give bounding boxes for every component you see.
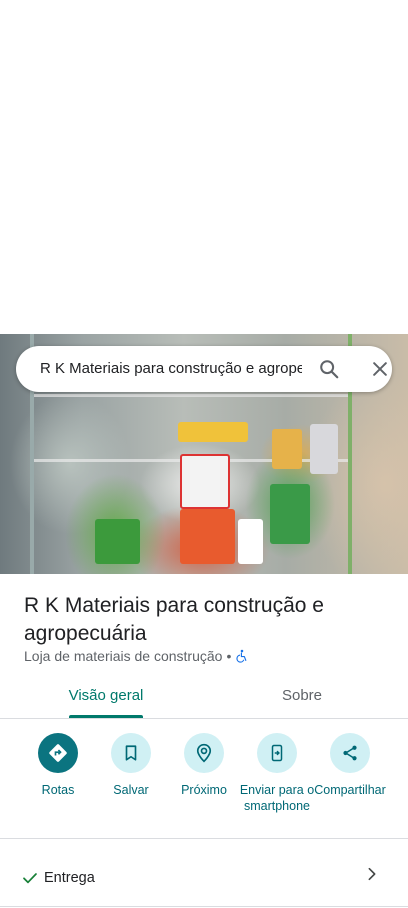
action-buttons: Rotas Salvar Próximo Enviar para o smart… [0,733,408,833]
nearby-button[interactable]: Próximo [164,733,244,798]
map-blank-area [0,0,408,334]
product-package [178,422,248,442]
divider [0,838,408,839]
share-label: Compartilhar [314,783,386,797]
close-icon[interactable] [370,359,390,379]
send-to-phone-button-circle[interactable] [257,733,297,773]
save-button[interactable]: Salvar [91,733,171,798]
nearby-button-circle[interactable] [184,733,224,773]
share-button[interactable]: Compartilhar [310,733,390,798]
tab-bar: Visão geral Sobre [0,676,408,719]
separator-dot: • [226,648,232,664]
save-button-circle[interactable] [111,733,151,773]
shelf [30,394,350,397]
delivery-label: Entrega [44,870,95,886]
place-category: Loja de materiais de construção [24,648,223,664]
product-package [272,429,302,469]
share-button-circle[interactable] [330,733,370,773]
bookmark-icon [125,745,137,761]
wheelchair-accessible-icon [236,649,247,663]
send-to-phone-label: Enviar para o smartphone [239,783,315,813]
tab-overview[interactable]: Visão geral [40,686,172,706]
product-package [310,424,338,474]
directions-icon [49,744,67,762]
product-package [238,519,263,564]
send-to-phone-button[interactable]: Enviar para o smartphone [237,733,317,814]
share-icon [343,745,357,761]
save-label: Salvar [113,783,149,797]
place-title: R K Materiais para construção e agropecu… [24,594,324,645]
place-subtitle: Loja de materiais de construção • [24,647,249,665]
product-package [180,509,235,564]
directions-label: Rotas [41,783,75,797]
search-icon[interactable] [318,358,340,380]
check-icon [23,873,37,884]
product-package [270,484,310,544]
nearby-icon [196,743,212,763]
product-package [180,454,230,509]
nearby-label: Próximo [181,783,227,797]
send-to-phone-icon [271,744,283,762]
divider [0,906,408,907]
directions-button[interactable]: Rotas [18,733,98,798]
active-tab-indicator [69,715,143,718]
search-input[interactable]: R K Materiais para construção e agropecu… [40,359,302,379]
delivery-row[interactable]: Entrega [0,856,408,898]
product-package [95,519,140,564]
tab-about[interactable]: Sobre [236,686,368,706]
search-bar[interactable]: R K Materiais para construção e agropecu… [16,346,392,392]
chevron-right-icon[interactable] [364,866,380,882]
directions-button-circle[interactable] [38,733,78,773]
